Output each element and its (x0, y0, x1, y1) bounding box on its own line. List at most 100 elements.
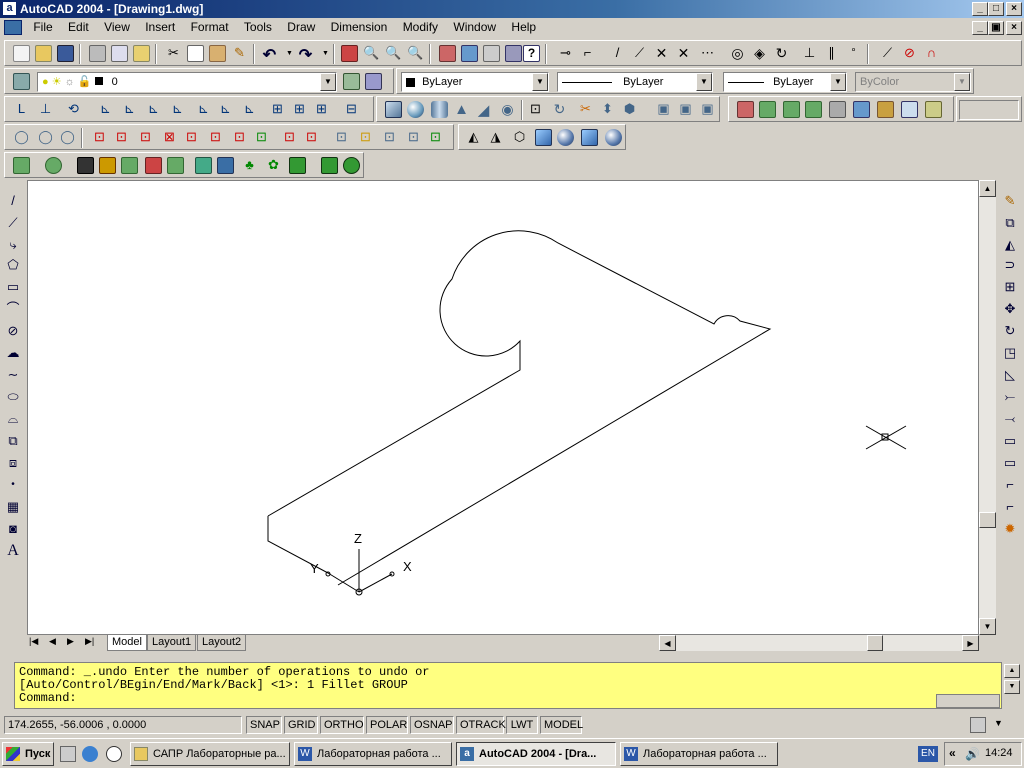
layer-manager-icon[interactable] (13, 73, 30, 90)
lineweight-dropdown-arrow[interactable]: ▼ (830, 73, 846, 91)
empty-dropdown[interactable] (959, 100, 1019, 120)
polyline-icon[interactable]: ⤷ (4, 236, 22, 254)
stretch-icon[interactable]: ◺ (1001, 366, 1019, 384)
menu-modify[interactable]: Modify (397, 18, 444, 37)
redo-icon[interactable]: ↷ (297, 45, 314, 64)
vertical-scrollbar[interactable]: ▲ ▼ (979, 180, 996, 635)
trim-icon[interactable]: ⤚ (1001, 388, 1019, 406)
hide-icon[interactable] (737, 101, 754, 118)
rotate-icon[interactable]: ↻ (1001, 322, 1019, 340)
delete-faces-icon[interactable]: ⊠ (161, 129, 178, 146)
properties-icon[interactable] (439, 45, 456, 62)
revolve-icon[interactable]: ↻ (551, 101, 568, 118)
preferences-icon[interactable] (321, 157, 338, 174)
zoom-previous-icon[interactable]: 🔍 (407, 45, 424, 62)
setup-view-icon[interactable]: ▣ (677, 101, 694, 118)
break-icon[interactable]: ▭ (1001, 454, 1019, 472)
box-icon[interactable] (385, 101, 402, 118)
snap-none-icon[interactable]: ⊘ (901, 45, 918, 62)
doc-minimize-button[interactable]: _ (972, 21, 988, 35)
lights-icon[interactable] (805, 101, 822, 118)
plot-preview-icon[interactable] (111, 45, 128, 62)
rectangle-icon[interactable]: ▭ (4, 278, 22, 296)
torus-icon[interactable]: ◉ (499, 101, 516, 118)
task-folder[interactable]: САПР Лабораторные ра... (130, 742, 290, 766)
circle-icon[interactable]: ⊘ (4, 322, 22, 340)
setup-drawing-icon[interactable]: ▣ (655, 101, 672, 118)
menu-edit[interactable]: Edit (62, 18, 95, 37)
teapot-icon[interactable] (45, 157, 62, 174)
color-faces-icon[interactable]: ⊡ (253, 129, 270, 146)
snap-extension-icon[interactable]: ⋯ (699, 45, 716, 62)
command-hscroll[interactable] (936, 694, 1000, 708)
imprint-icon[interactable]: ⊡ (333, 129, 350, 146)
doc-close-button[interactable]: × (1006, 21, 1022, 35)
move-faces-icon[interactable]: ⊡ (113, 129, 130, 146)
minimize-button[interactable]: _ (972, 2, 988, 16)
color-dropdown[interactable]: ByLayer ▼ (401, 72, 549, 92)
extend-icon[interactable]: ⤙ (1001, 410, 1019, 428)
z-axis-ucs-icon[interactable]: ⊾ (195, 101, 212, 118)
copy-icon[interactable] (187, 45, 204, 62)
multiline-text-icon[interactable]: A (4, 542, 22, 560)
snap-cross2-icon[interactable]: ✕ (675, 45, 692, 62)
hidden-icon[interactable]: ⬡ (511, 129, 528, 146)
move-icon[interactable]: ✥ (1001, 300, 1019, 318)
command-prompt[interactable]: Command: (19, 692, 997, 705)
menu-insert[interactable]: Insert (139, 18, 181, 37)
help-icon[interactable]: ? (523, 45, 540, 62)
scene-icon[interactable] (77, 157, 94, 174)
face-ucs-icon[interactable]: ⊾ (97, 101, 114, 118)
polar-toggle[interactable]: POLAR (366, 716, 408, 734)
ellipse-arc-icon[interactable]: ⌓ (4, 410, 22, 428)
menu-tools[interactable]: Tools (238, 18, 278, 37)
tab-layout2[interactable]: Layout2 (197, 635, 247, 651)
snap-quadrant-icon[interactable]: ◈ (751, 45, 768, 62)
copy-faces-icon[interactable]: ⊡ (231, 129, 248, 146)
coordinate-display[interactable]: 174.2655, -56.0006 , 0.0000 (4, 716, 242, 734)
y-rotate-icon[interactable]: ⊞ (291, 101, 308, 118)
scroll-thumb[interactable] (979, 512, 996, 528)
layer-previous-icon[interactable] (365, 73, 382, 90)
spline-icon[interactable]: ∼ (4, 366, 22, 384)
landscape-new-icon[interactable] (195, 157, 212, 174)
object-ucs-icon[interactable]: ⊾ (121, 101, 138, 118)
dbconnect-icon[interactable] (505, 45, 522, 62)
background-icon[interactable] (901, 101, 918, 118)
snap-node-icon[interactable]: ∘ (845, 45, 862, 62)
tab-model[interactable]: Model (107, 635, 147, 651)
3d-wireframe-icon[interactable]: ◮ (487, 129, 504, 146)
new-icon[interactable] (13, 45, 30, 62)
snap-perpendicular-icon[interactable]: ⊥ (801, 45, 818, 62)
layer-on-icon[interactable]: ● (42, 76, 49, 88)
osnap-toggle[interactable]: OSNAP (410, 716, 454, 734)
status-menu-arrow-icon[interactable]: ▼ (994, 718, 1003, 728)
intersect-icon[interactable]: ◯ (59, 129, 76, 146)
osnap-settings-icon[interactable]: ∩ (923, 45, 940, 62)
scale-icon[interactable]: ◳ (1001, 344, 1019, 362)
offset-icon[interactable]: ⊃ (1001, 256, 1019, 274)
linetype-dropdown-arrow[interactable]: ▼ (696, 73, 712, 91)
tab-first-icon[interactable]: |◀ (29, 636, 38, 647)
chamfer-icon[interactable]: ⌐ (1001, 476, 1019, 494)
flat-edges-icon[interactable] (581, 129, 598, 146)
command-scroll-down[interactable]: ▼ (1004, 680, 1020, 694)
layer-lock-icon[interactable]: 🔓 (78, 76, 92, 88)
ucs-world-icon[interactable]: ⊥ (37, 101, 54, 118)
shell-icon[interactable]: ⊡ (405, 129, 422, 146)
ucs-previous-icon[interactable]: ⟲ (65, 101, 82, 118)
slice-icon[interactable]: ✂ (577, 101, 594, 118)
copy-object-icon[interactable]: ⧉ (1001, 214, 1019, 232)
tab-next-icon[interactable]: ▶ (67, 636, 74, 647)
materials-library-icon[interactable] (853, 101, 870, 118)
match-properties-icon[interactable]: ✎ (231, 45, 248, 62)
statistics-icon[interactable] (289, 157, 306, 174)
light-icon[interactable] (99, 157, 116, 174)
array-icon[interactable]: ⊞ (1001, 278, 1019, 296)
hscroll-thumb[interactable] (867, 635, 883, 651)
model-toggle[interactable]: MODEL (540, 716, 583, 734)
check-icon[interactable]: ⊡ (427, 129, 444, 146)
snap-toggle[interactable]: SNAP (246, 716, 282, 734)
snap-midpoint-icon[interactable]: ⌐ (579, 45, 596, 62)
task-word-2[interactable]: W Лабораторная работа ... (620, 742, 778, 766)
